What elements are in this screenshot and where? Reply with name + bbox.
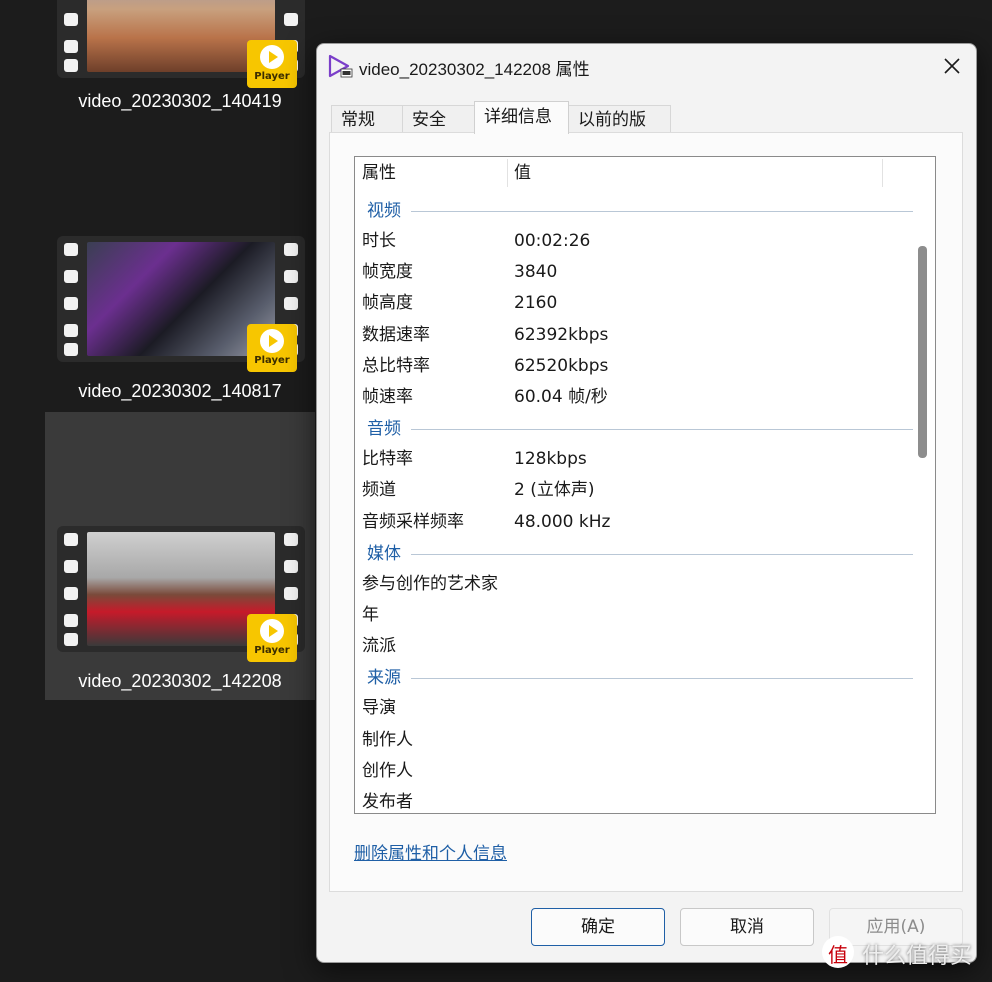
film-hole xyxy=(64,59,78,72)
vertical-scrollbar[interactable] xyxy=(911,158,933,812)
property-value[interactable]: 60.04 帧/秒 xyxy=(514,385,608,409)
file-item[interactable]: Player video_20230302_140419 xyxy=(45,0,315,120)
property-value[interactable]: 62392kbps xyxy=(514,323,608,347)
player-badge-label: Player xyxy=(254,645,290,656)
property-name[interactable]: 帧高度 xyxy=(362,291,413,315)
player-badge: Player xyxy=(247,614,297,662)
title-bar[interactable]: video_20230302_142208 属性 xyxy=(317,44,976,88)
property-name[interactable]: 音频采样频率 xyxy=(362,510,464,534)
watermark-logo-icon xyxy=(822,936,854,968)
tab-details[interactable]: 详细信息 xyxy=(474,101,569,134)
dialog-title: video_20230302_142208 属性 xyxy=(359,60,590,79)
property-name[interactable]: 参与创作的艺术家 xyxy=(362,572,498,596)
column-header-value[interactable]: 值 xyxy=(514,157,531,189)
close-icon[interactable] xyxy=(940,54,964,78)
property-value[interactable]: 3840 xyxy=(514,260,557,284)
property-name[interactable]: 频道 xyxy=(362,478,396,502)
column-header-property[interactable]: 属性 xyxy=(362,157,396,189)
film-hole xyxy=(64,270,78,283)
player-badge-label: Player xyxy=(254,355,290,366)
property-name[interactable]: 流派 xyxy=(362,634,396,658)
property-name[interactable]: 帧速率 xyxy=(362,385,413,409)
group-header[interactable]: 音频 xyxy=(367,418,401,440)
column-divider[interactable] xyxy=(882,159,883,187)
property-name[interactable]: 发布者 xyxy=(362,790,413,813)
file-name: video_20230302_142208 xyxy=(78,671,282,691)
file-item[interactable]: Player video_20230302_142208 xyxy=(45,412,315,700)
tab-previous-versions[interactable]: 以前的版本 xyxy=(568,105,671,158)
film-hole xyxy=(284,560,298,573)
video-file-icon xyxy=(328,54,353,78)
film-hole xyxy=(64,343,78,356)
tab-security[interactable]: 安全 xyxy=(402,105,475,133)
group-divider xyxy=(411,429,913,431)
film-hole xyxy=(64,243,78,256)
cancel-button[interactable]: 取消 xyxy=(680,908,814,946)
group-header[interactable]: 来源 xyxy=(367,667,401,689)
property-value[interactable]: 128kbps xyxy=(514,447,587,471)
film-hole xyxy=(64,297,78,310)
play-icon xyxy=(260,619,284,643)
property-name[interactable]: 比特率 xyxy=(362,447,413,471)
property-name[interactable]: 数据速率 xyxy=(362,323,430,347)
properties-dialog: video_20230302_142208 属性 常规 安全 详细信息 以前的版… xyxy=(316,43,977,963)
property-name[interactable]: 年 xyxy=(362,603,379,627)
file-name: video_20230302_140419 xyxy=(78,91,282,111)
group-header[interactable]: 视频 xyxy=(367,200,401,222)
film-hole xyxy=(64,560,78,573)
film-hole xyxy=(64,587,78,600)
property-name[interactable]: 时长 xyxy=(362,229,396,253)
film-hole xyxy=(64,13,78,26)
file-name: video_20230302_140817 xyxy=(78,381,282,401)
property-value[interactable]: 2 (立体声) xyxy=(514,478,594,502)
property-value[interactable]: 00:02:26 xyxy=(514,229,590,253)
film-hole xyxy=(64,533,78,546)
property-name[interactable]: 导演 xyxy=(362,696,396,720)
film-hole xyxy=(284,13,298,26)
player-badge: Player xyxy=(247,324,297,372)
group-divider xyxy=(411,211,913,212)
property-name[interactable]: 帧宽度 xyxy=(362,260,413,284)
tab-general[interactable]: 常规 xyxy=(331,105,403,133)
film-hole xyxy=(284,270,298,283)
scroll-thumb[interactable] xyxy=(918,246,927,458)
property-name[interactable]: 创作人 xyxy=(362,759,413,783)
column-divider[interactable] xyxy=(507,159,508,187)
group-divider xyxy=(411,678,913,680)
film-hole xyxy=(64,614,78,627)
play-icon xyxy=(260,329,284,353)
property-list[interactable]: 属性 值 视频时长 00:02:26 帧宽度 3840 帧高度 2160 数据速率 62392… xyxy=(354,156,936,814)
group-header[interactable]: 媒体 xyxy=(367,543,401,565)
film-hole xyxy=(64,324,78,337)
ok-button[interactable]: 确定 xyxy=(531,908,665,946)
details-panel: 属性 值 视频时长 00:02:26 帧宽度 3840 帧高度 2160 数据速率 62392… xyxy=(329,132,963,892)
remove-properties-link[interactable]: 删除属性和个人信息 xyxy=(354,839,507,864)
film-hole xyxy=(284,587,298,600)
property-value[interactable]: 2160 xyxy=(514,291,557,315)
film-hole xyxy=(64,40,78,53)
file-item[interactable]: Player video_20230302_140817 xyxy=(45,232,315,412)
player-badge-label: Player xyxy=(254,71,290,82)
property-name[interactable]: 总比特率 xyxy=(362,354,430,378)
film-hole xyxy=(284,297,298,310)
property-name[interactable]: 制作人 xyxy=(362,728,413,752)
film-hole xyxy=(284,243,298,256)
property-value[interactable]: 48.000 kHz xyxy=(514,510,610,534)
group-divider xyxy=(411,553,913,555)
film-hole xyxy=(284,533,298,546)
film-hole xyxy=(64,633,78,646)
player-badge: Player xyxy=(247,40,297,88)
property-value[interactable]: 62520kbps xyxy=(514,354,608,378)
play-icon xyxy=(260,45,284,69)
